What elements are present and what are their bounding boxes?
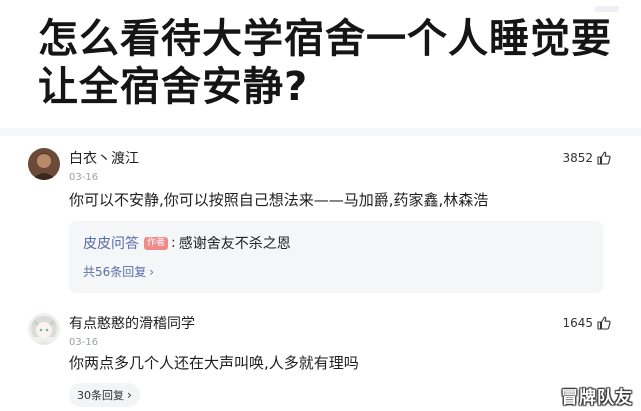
comment-username[interactable]: 白衣丶渡江: [69, 150, 139, 168]
thumbs-up-icon: [597, 316, 611, 330]
thumbs-up-icon: [597, 151, 611, 165]
like-button[interactable]: 1645: [562, 316, 611, 330]
reply-separator: :: [171, 235, 176, 251]
reply-count-label: 共56条回复: [83, 265, 147, 279]
like-button[interactable]: 3852: [562, 151, 611, 165]
watermark: 冒牌队友: [561, 388, 633, 408]
comment-username[interactable]: 有点憨憨的滑稽同学: [69, 315, 195, 333]
like-count: 1645: [562, 316, 593, 330]
comment-text: 你两点多几个人还在大声叫唤,人多就有理吗: [69, 354, 359, 372]
like-count: 3852: [562, 151, 593, 165]
avatar[interactable]: [28, 148, 60, 180]
reply-text: 感谢舍友不杀之恩: [178, 236, 291, 252]
comment-date: 03-16: [69, 172, 99, 183]
chevron-right-icon: ›: [127, 388, 132, 402]
top-corner-tag: [595, 6, 619, 12]
reply-preview: 皮皮问答 作者 : 感谢舍友不杀之恩: [83, 233, 291, 253]
comment-date: 03-16: [69, 337, 99, 348]
chevron-right-icon: ›: [149, 264, 155, 279]
comment-text: 你可以不安静,你可以按照自己想法来——马加爵,药家鑫,林森浩: [69, 191, 489, 209]
reply-count-label: 30条回复: [77, 389, 124, 402]
section-divider: [0, 128, 641, 136]
avatar-image: [28, 148, 60, 180]
avatar-image: [28, 313, 60, 345]
reply-preview-box[interactable]: 皮皮问答 作者 : 感谢舍友不杀之恩 共56条回复 ›: [69, 221, 603, 293]
reply-author[interactable]: 皮皮问答: [83, 233, 139, 253]
author-badge: 作者: [144, 236, 169, 250]
view-replies-button[interactable]: 30条回复 ›: [69, 383, 140, 407]
view-replies-link[interactable]: 共56条回复 ›: [83, 263, 154, 280]
avatar[interactable]: [28, 313, 60, 345]
question-title: 怎么看待大学宿舍一个人睡觉要让全宿舍安静?: [38, 16, 612, 110]
